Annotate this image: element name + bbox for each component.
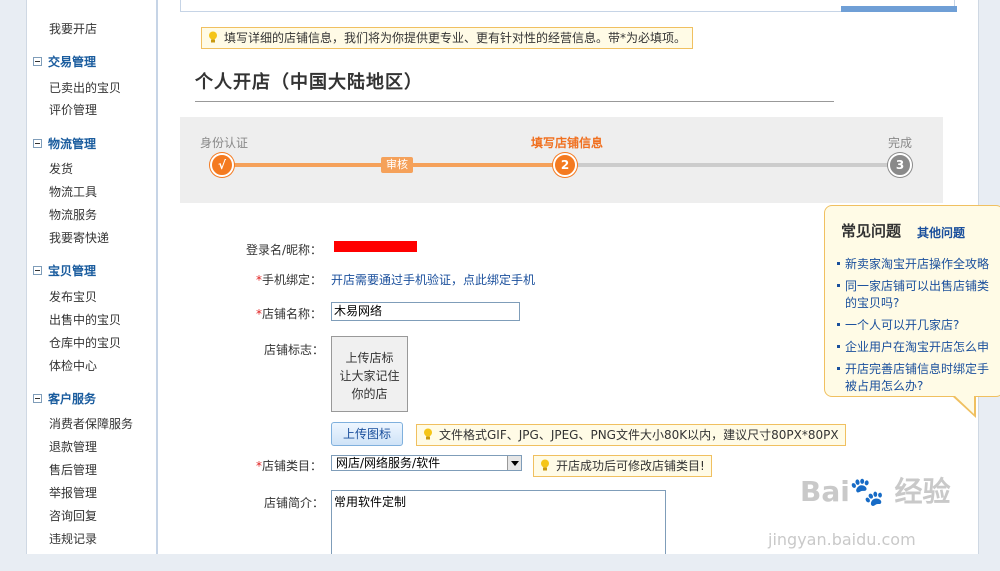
sidebar-item-publish[interactable]: 发布宝贝	[49, 288, 97, 305]
sidebar-group-customer-service[interactable]: 客户服务	[33, 390, 96, 407]
lightbulb-icon	[209, 31, 217, 43]
shop-name-label: *店铺名称：	[256, 307, 323, 321]
shop-intro-textarea[interactable]: 常用软件定制	[331, 490, 666, 554]
sidebar-item-open-shop[interactable]: 我要开店	[49, 20, 97, 37]
sidebar-item-warehouse[interactable]: 仓库中的宝贝	[49, 334, 121, 351]
sidebar-item-express[interactable]: 我要寄快递	[49, 229, 109, 246]
collapse-icon[interactable]	[33, 57, 42, 66]
sidebar-item-logistics-tools[interactable]: 物流工具	[49, 183, 97, 200]
top-button-edge[interactable]	[841, 6, 957, 12]
step-3-circle: 3	[888, 153, 912, 177]
step-label-identity: 身份认证	[200, 136, 249, 150]
progress-bar-pending	[564, 163, 900, 167]
collapse-icon[interactable]	[33, 139, 42, 148]
sidebar-item-guarantee[interactable]: 消费者保障服务	[49, 415, 133, 432]
sidebar-item-inquiries[interactable]: 咨询回复	[49, 507, 97, 524]
faq-more-link[interactable]: 其他问题	[917, 224, 965, 241]
page-title: 个人开店（中国大陆地区）	[195, 72, 423, 93]
sidebar-item-reports[interactable]: 举报管理	[49, 484, 97, 501]
lightbulb-icon	[541, 459, 549, 471]
faq-title: 常见问题	[841, 222, 902, 240]
faq-link-continued[interactable]: 的宝贝吗?	[845, 295, 899, 312]
sidebar-item-refunds[interactable]: 退款管理	[49, 438, 97, 455]
watermark-url: jingyan.baidu.com	[768, 530, 916, 549]
bind-phone-link[interactable]: 开店需要通过手机验证，点此绑定手机	[331, 271, 535, 288]
sidebar-item-sold[interactable]: 已卖出的宝贝	[49, 79, 121, 96]
sidebar-item-after-sales[interactable]: 售后管理	[49, 461, 97, 478]
collapse-icon[interactable]	[33, 394, 42, 403]
logo-label: 店铺标志：	[264, 343, 325, 357]
sidebar: 我要开店 交易管理 已卖出的宝贝 评价管理 物流管理 发货 物流工具 物流服务 …	[27, 0, 158, 554]
category-select[interactable]: 网店/网络服务/软件	[331, 455, 522, 471]
step-2-circle: 2	[553, 153, 577, 177]
faq-link[interactable]: 开店完善店铺信息时绑定手	[837, 361, 989, 378]
shop-name-input[interactable]: 木易网络	[331, 302, 520, 321]
sidebar-group-trade[interactable]: 交易管理	[33, 53, 96, 70]
step-label-shop-info: 填写店铺信息	[531, 136, 604, 150]
sidebar-item-reviews[interactable]: 评价管理	[49, 101, 97, 118]
step-1-check-icon: √	[210, 153, 234, 177]
upload-tip: 文件格式GIF、JPG、JPEG、PNG文件大小80K以内，建议尺寸80PX*8…	[416, 424, 846, 446]
category-label: *店铺类目：	[256, 459, 323, 473]
sidebar-item-checkup[interactable]: 体检中心	[49, 357, 97, 374]
category-tip: 开店成功后可修改店铺类目!	[533, 455, 712, 477]
faq-link-continued[interactable]: 被占用怎么办?	[845, 378, 923, 395]
faq-link[interactable]: 新卖家淘宝开店操作全攻略	[837, 256, 989, 273]
faq-link[interactable]: 同一家店铺可以出售店铺类	[837, 278, 989, 295]
logo-upload-box[interactable]: 上传店标 让大家记住 你的店	[331, 336, 408, 412]
sidebar-item-logistics-service[interactable]: 物流服务	[49, 206, 97, 223]
sidebar-item-ship[interactable]: 发货	[49, 160, 73, 177]
login-label: 登录名/昵称：	[246, 243, 323, 257]
sidebar-group-logistics[interactable]: 物流管理	[33, 135, 96, 152]
faq-pointer-fill	[954, 395, 974, 414]
faq-link[interactable]: 一个人可以开几家店?	[837, 317, 959, 334]
redacted-login-name	[334, 241, 417, 252]
progress-steps: 身份认证 填写店铺信息 完成 审核 √ 2 3	[180, 117, 943, 203]
upload-logo-button[interactable]: 上传图标	[331, 422, 403, 446]
audit-tag: 审核	[381, 157, 413, 173]
step-label-done: 完成	[888, 136, 913, 150]
phone-label: *手机绑定：	[256, 273, 323, 287]
faq-link[interactable]: 企业用户在淘宝开店怎么申	[837, 339, 989, 356]
chevron-down-icon[interactable]	[507, 456, 521, 470]
title-divider	[195, 101, 834, 102]
sidebar-item-on-sale[interactable]: 出售中的宝贝	[49, 311, 121, 328]
top-panel-edge	[180, 0, 955, 12]
sidebar-item-violations[interactable]: 违规记录	[49, 530, 97, 547]
faq-panel: 常见问题 其他问题 新卖家淘宝开店操作全攻略 同一家店铺可以出售店铺类 的宝贝吗…	[824, 205, 1000, 397]
sidebar-group-items[interactable]: 宝贝管理	[33, 262, 96, 279]
notice-tip: 填写详细的店铺信息，我们将为你提供更专业、更有针对性的经营信息。带*为必填项。	[201, 27, 694, 49]
watermark-logo: Bai🐾 经验	[800, 475, 951, 508]
intro-label: 店铺简介：	[264, 496, 325, 510]
collapse-icon[interactable]	[33, 266, 42, 275]
lightbulb-icon	[424, 428, 432, 440]
